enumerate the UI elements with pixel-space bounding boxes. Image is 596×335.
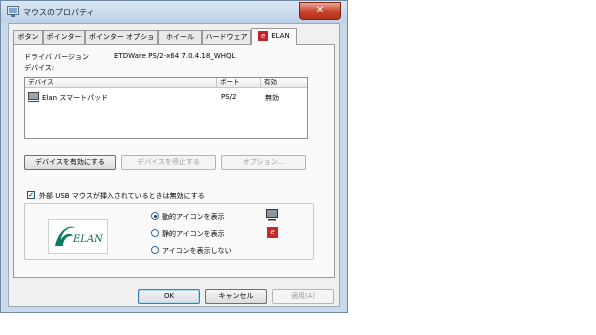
touchpad-icon-base xyxy=(28,101,39,104)
tab-label: ハードウェア xyxy=(205,33,248,41)
devices-label: デバイス: xyxy=(24,64,55,72)
mouse-icon xyxy=(7,6,19,17)
tab-label: ポインター xyxy=(46,33,82,41)
tab-hardware[interactable]: ハードウェア xyxy=(202,30,251,44)
usb-disable-checkbox[interactable]: ✓ xyxy=(27,191,35,199)
cancel-button[interactable]: キャンセル xyxy=(205,289,267,304)
elan-logo: ELAN xyxy=(48,219,108,254)
dialog-client-area: ボタン ポインター ポインター オプション ホイール ハードウェア eELAN … xyxy=(8,23,340,307)
button-label: 適用(A) xyxy=(290,292,316,300)
device-port: PS/2 xyxy=(221,93,237,101)
column-label: デバイス xyxy=(28,78,54,86)
tab-pointer-options[interactable]: ポインター オプション xyxy=(85,30,158,54)
tab-pointers[interactable]: ポインター xyxy=(43,30,85,44)
radio-dynamic-icon[interactable] xyxy=(151,212,159,220)
close-icon: ✕ xyxy=(315,5,325,16)
title-bar[interactable]: マウスのプロパティ ✕ xyxy=(1,1,347,23)
radio-static-icon[interactable] xyxy=(151,229,159,237)
options-button[interactable]: オプション... xyxy=(221,155,306,170)
tab-label: ELAN xyxy=(271,32,290,40)
tab-elan[interactable]: e ELAN xyxy=(251,28,297,45)
button-label: デバイスを停止する xyxy=(137,158,200,166)
driver-version-label: ドライバ バージョン xyxy=(24,53,89,61)
radio-static-label: 静的アイコンを表示 xyxy=(162,230,225,238)
driver-version-value: ETDWare PS/2-x64 7.0.4.18_WHQL xyxy=(114,52,236,60)
button-label: デバイスを有効にする xyxy=(35,158,105,166)
apply-button[interactable]: 適用(A) xyxy=(272,289,334,304)
device-name: Elan スマートパッド xyxy=(42,94,109,102)
ok-button[interactable]: OK xyxy=(138,289,200,304)
button-label: OK xyxy=(163,292,175,300)
enable-device-button[interactable]: デバイスを有効にする xyxy=(24,155,116,170)
radio-dynamic-label: 動的アイコンを表示 xyxy=(162,213,225,221)
column-header-port[interactable]: ポート xyxy=(217,78,261,88)
tab-label: ボタン xyxy=(17,33,39,41)
elan-logo-icon: e xyxy=(267,227,278,238)
column-header-device[interactable]: デバイス xyxy=(25,78,217,88)
tab-label: ホイール xyxy=(166,33,194,41)
radio-no-icon[interactable] xyxy=(151,246,159,254)
column-label: ポート xyxy=(220,78,240,86)
device-enabled: 無効 xyxy=(265,94,279,102)
window-title: マウスのプロパティ xyxy=(23,8,95,17)
elan-panel: ドライバ バージョン ETDWare PS/2-x64 7.0.4.18_WHQ… xyxy=(13,44,335,278)
touchpad-icon xyxy=(28,92,39,100)
disable-device-button[interactable]: デバイスを停止する xyxy=(121,155,216,170)
table-row[interactable]: Elan スマートパッド PS/2 無効 xyxy=(25,89,307,107)
button-label: オプション... xyxy=(242,158,285,166)
elan-logo-icon: e xyxy=(258,31,269,41)
tab-buttons[interactable]: ボタン xyxy=(13,30,43,44)
column-label: 有効 xyxy=(264,78,277,86)
usb-disable-label: 外部 USB マウスが挿入されているときは無効にする xyxy=(39,192,205,200)
touchpad-monitor-icon xyxy=(266,209,278,221)
tab-wheel[interactable]: ホイール xyxy=(158,30,202,44)
radio-no-icon-label: アイコンを表示しない xyxy=(162,247,232,255)
close-button[interactable]: ✕ xyxy=(299,2,341,20)
elan-logo-graphic: ELAN xyxy=(55,226,104,246)
device-list[interactable]: デバイス ポート 有効 Elan スマートパッド PS/2 無効 xyxy=(24,77,308,139)
button-label: キャンセル xyxy=(218,292,254,300)
elan-logo-text: ELAN xyxy=(72,234,104,245)
mouse-properties-window: マウスのプロパティ ✕ ボタン ポインター ポインター オプション ホイール ハ… xyxy=(0,0,348,313)
column-header-enabled[interactable]: 有効 xyxy=(261,78,307,88)
